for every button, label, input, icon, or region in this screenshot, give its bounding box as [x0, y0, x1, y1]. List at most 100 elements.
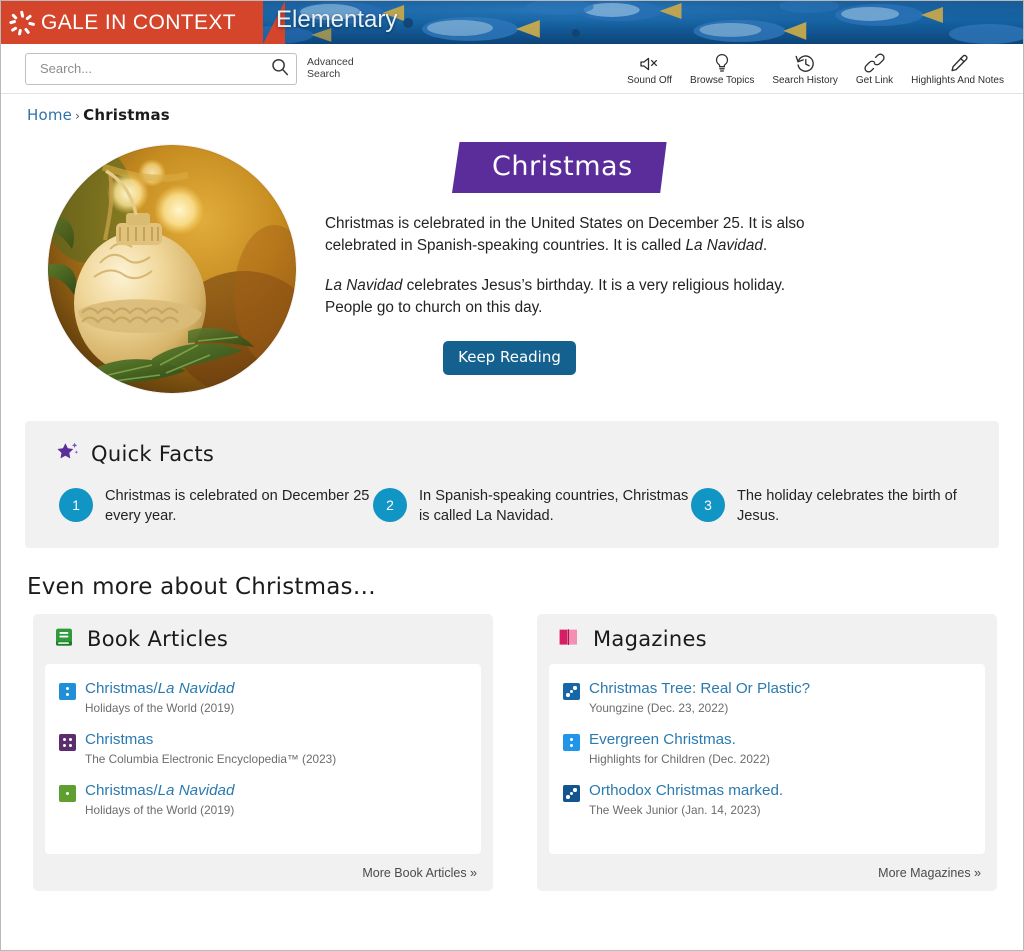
list-item[interactable]: Evergreen Christmas. Highlights for Chil…: [563, 731, 971, 766]
book-articles-title: Book Articles: [87, 627, 229, 651]
quick-fact-number: 2: [373, 488, 407, 522]
breadcrumb-home-link[interactable]: Home: [27, 106, 72, 124]
result-title-link[interactable]: Christmas: [85, 731, 336, 749]
result-source: Youngzine (Dec. 23, 2022): [589, 701, 729, 715]
brand-logo-group[interactable]: GALE IN CONTEXT: [1, 1, 236, 44]
sparkle-star-icon: [55, 440, 81, 468]
reading-level-4-icon: [59, 734, 76, 751]
more-book-articles-link[interactable]: More Book Articles »: [362, 866, 477, 880]
topic-title-banner: Christmas: [452, 142, 667, 193]
quick-facts-panel: Quick Facts 1 Christmas is celebrated on…: [25, 421, 999, 548]
result-title-a: Christmas/: [85, 782, 158, 799]
hero-p1-italic: La Navidad: [685, 237, 763, 254]
breadcrumb-separator: ›: [75, 109, 81, 123]
lightbulb-icon: [712, 53, 732, 73]
search-box[interactable]: [25, 52, 297, 85]
hero-p1-text-b: .: [762, 237, 768, 254]
quick-fact-item: 1 Christmas is celebrated on December 25…: [43, 486, 373, 526]
quick-facts-header: Quick Facts: [55, 440, 981, 468]
result-source: The Columbia Electronic Encyclopedia™ (2…: [85, 752, 337, 766]
magazines-footer: More Magazines »: [537, 854, 997, 891]
tool-browse-topics[interactable]: Browse Topics: [681, 53, 763, 86]
book-articles-header: Book Articles: [33, 614, 493, 664]
list-item[interactable]: Christmas Tree: Real Or Plastic? Youngzi…: [563, 680, 971, 715]
hero-p2-italic: La Navidad: [325, 277, 403, 294]
list-item[interactable]: Orthodox Christmas marked. The Week Juni…: [563, 782, 971, 817]
tool-highlights-notes[interactable]: Highlights And Notes: [902, 53, 1013, 86]
utility-toolbar: Sound Off Browse Topics Search History G…: [618, 44, 1013, 94]
keep-reading-button[interactable]: Keep Reading: [443, 341, 576, 375]
result-source: The Week Junior (Jan. 14, 2023): [589, 803, 761, 817]
magazines-list: Christmas Tree: Real Or Plastic? Youngzi…: [549, 664, 985, 854]
result-title-a: Evergreen Christmas.: [589, 731, 736, 748]
quick-fact-number: 1: [59, 488, 93, 522]
link-chain-icon: [864, 52, 885, 73]
tool-browse-topics-label: Browse Topics: [690, 74, 755, 86]
result-title-link[interactable]: Evergreen Christmas.: [589, 731, 770, 749]
result-source: Holidays of the World (2019): [85, 803, 235, 817]
green-book-icon: [53, 626, 75, 652]
more-magazines-link[interactable]: More Magazines »: [878, 866, 981, 880]
tool-get-link[interactable]: Get Link: [847, 52, 902, 86]
result-title-link[interactable]: Christmas/La Navidad: [85, 782, 234, 800]
result-title-a: Christmas/: [85, 680, 158, 697]
tool-get-link-label: Get Link: [855, 74, 894, 86]
tool-search-history[interactable]: Search History: [763, 53, 847, 86]
list-item[interactable]: Christmas/La Navidad Holidays of the Wor…: [59, 782, 467, 817]
magazines-title: Magazines: [593, 627, 707, 651]
site-banner: GALE IN CONTEXT Elementary: [1, 1, 1023, 44]
keep-reading-wrapper: Keep Reading: [317, 341, 817, 375]
hero-paragraph-2: La Navidad celebrates Jesus’s birthday. …: [325, 275, 817, 319]
search-input[interactable]: [38, 60, 270, 77]
reading-level-2-icon: [563, 734, 580, 751]
speaker-mute-icon: [639, 53, 661, 73]
list-item[interactable]: Christmas/La Navidad Holidays of the Wor…: [59, 680, 467, 715]
hero-content-column: Christmas Christmas is celebrated in the…: [317, 142, 997, 393]
related-content-panels: Book Articles Christmas/La Navidad Holid…: [1, 600, 1023, 891]
result-title-a: Orthodox Christmas marked.: [589, 782, 784, 799]
book-articles-footer: More Book Articles »: [33, 854, 493, 891]
advanced-search-line2: Search: [307, 67, 341, 80]
reading-level-3-icon: [563, 683, 580, 700]
tool-highlights-notes-label: Highlights And Notes: [911, 74, 1004, 86]
result-title-link[interactable]: Christmas/La Navidad: [85, 680, 234, 698]
quick-facts-list: 1 Christmas is celebrated on December 25…: [43, 486, 981, 526]
quick-fact-text: Christmas is celebrated on December 25 e…: [105, 488, 370, 524]
tool-sound-off-label: Sound Off: [627, 74, 673, 86]
breadcrumb-current: Christmas: [83, 106, 170, 124]
advanced-search-line1: Advanced: [307, 56, 354, 68]
list-item[interactable]: Christmas The Columbia Electronic Encycl…: [59, 731, 467, 766]
result-title-italic: La Navidad: [157, 782, 235, 799]
highlighter-pen-icon: [947, 53, 968, 73]
book-articles-list: Christmas/La Navidad Holidays of the Wor…: [45, 664, 481, 854]
book-articles-panel: Book Articles Christmas/La Navidad Holid…: [33, 614, 493, 891]
page-title: Christmas: [452, 142, 667, 193]
magazines-panel: Magazines Christmas Tree: Real Or Plasti…: [537, 614, 997, 891]
result-source: Holidays of the World (2019): [85, 701, 235, 715]
gale-starburst-icon: [9, 10, 35, 36]
result-source: Highlights for Children (Dec. 2022): [589, 752, 770, 766]
quick-facts-title: Quick Facts: [91, 442, 215, 466]
advanced-search-link[interactable]: Advanced Search: [307, 56, 362, 80]
even-more-heading: Even more about Christmas…: [27, 574, 376, 600]
result-title-italic: La Navidad: [157, 680, 235, 697]
magazines-header: Magazines: [537, 614, 997, 664]
search-toolbar: Advanced Search Sound Off: [1, 44, 1023, 94]
quick-fact-item: 2 In Spanish-speaking countries, Christm…: [373, 486, 691, 526]
clock-rewind-icon: [795, 53, 816, 73]
result-title-link[interactable]: Orthodox Christmas marked.: [589, 782, 783, 800]
search-icon[interactable]: [270, 57, 290, 81]
pink-open-book-icon: [557, 626, 581, 652]
brand-title: GALE IN CONTEXT: [41, 10, 237, 34]
result-title-link[interactable]: Christmas Tree: Real Or Plastic?: [589, 680, 810, 698]
hero-section: Christmas Christmas is celebrated in the…: [1, 124, 1023, 393]
browser-window: GALE IN CONTEXT Elementary Advanced Sear…: [0, 0, 1024, 951]
tool-sound-off[interactable]: Sound Off: [618, 53, 681, 86]
reading-level-1-icon: [59, 785, 76, 802]
hero-paragraph-1: Christmas is celebrated in the United St…: [325, 213, 817, 257]
result-title-a: Christmas: [85, 731, 154, 748]
edition-title: Elementary: [276, 6, 398, 33]
reading-level-3-icon: [563, 785, 580, 802]
quick-fact-text: The holiday celebrates the birth of Jesu…: [737, 488, 957, 524]
quick-fact-text: In Spanish-speaking countries, Christmas…: [419, 488, 689, 524]
